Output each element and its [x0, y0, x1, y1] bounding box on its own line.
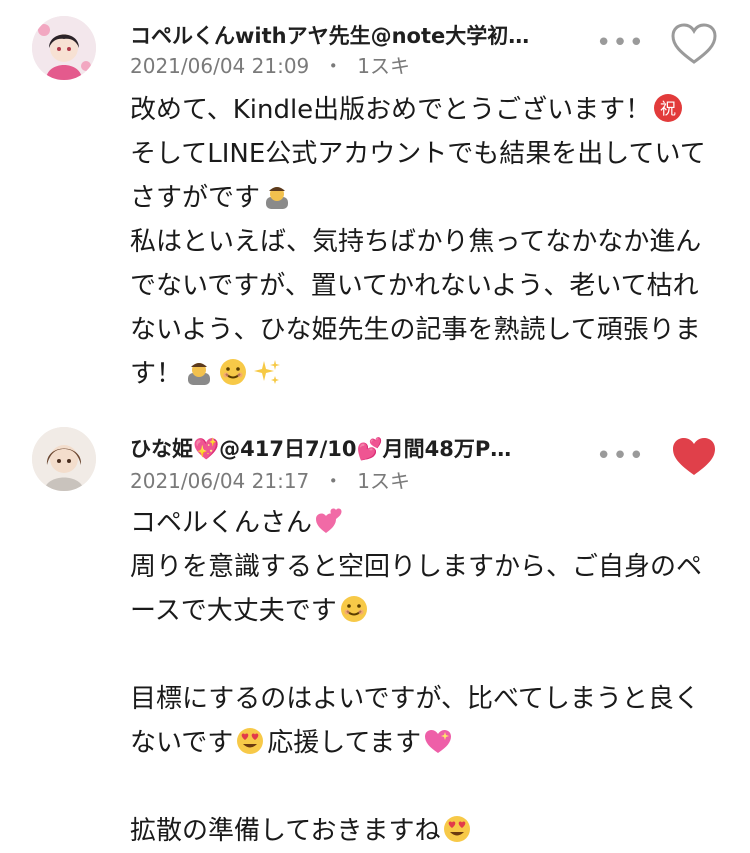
comment-line: さすがです [130, 183, 261, 213]
heart-eyes-emoji [444, 816, 471, 842]
svg-text:祝: 祝 [660, 99, 676, 118]
like-count[interactable]: 1スキ [357, 54, 410, 78]
meta-separator: ・ [323, 54, 344, 78]
congratulations-emoji: 祝 [654, 94, 683, 122]
avatar-image [32, 16, 96, 80]
more-icon[interactable]: ••• [596, 443, 645, 469]
author-name[interactable]: ひな姫💖@417日7/10💕月間48万P… [130, 433, 570, 463]
comment-line: す！ [130, 359, 183, 389]
comment-line: ないです [130, 728, 234, 758]
sparkles-emoji [254, 360, 281, 384]
comment-line: ないよう、ひな姫先生の記事を熟読して頑張りま [130, 315, 701, 345]
comment-line: 応援してます [267, 728, 422, 758]
comment-body: コペルくんさん 周りを意識すると空回りしますから、ご自身のペ ースで大丈夫です … [130, 501, 725, 853]
bowing-emoji [188, 363, 211, 385]
heart-icon[interactable] [670, 435, 718, 479]
avatar[interactable] [32, 16, 96, 80]
comment-line: そしてLINE公式アカウントでも結果を出していて [130, 139, 706, 169]
avatar[interactable] [32, 427, 96, 491]
comment-line: 拡散の準備しておきますね [130, 816, 441, 846]
heart-eyes-emoji [237, 728, 264, 754]
comment-item: ひな姫💖@417日7/10💕月間48万P… 2021/06/04 21:17 ・ 1… [0, 415, 750, 853]
more-icon[interactable]: ••• [596, 30, 645, 56]
comment-date: 2021/06/04 21:17 [130, 469, 310, 493]
meta-separator: ・ [323, 469, 344, 493]
smile-emoji [340, 596, 367, 622]
comment-body: 改めて、Kindle出版おめでとうございます！ 祝 そしてLINE公式アカウントで… [130, 88, 725, 396]
author-name[interactable]: コペルくんwithアヤ先生@note大学初… [130, 20, 570, 50]
comment-line: でないですが、置いてかれないよう、老いて枯れ [130, 271, 699, 301]
comment-date: 2021/06/04 21:09 [130, 54, 310, 78]
comment-meta: 2021/06/04 21:17 ・ 1スキ [130, 465, 410, 494]
avatar-image [32, 427, 96, 491]
comment-meta: 2021/06/04 21:09 ・ 1スキ [130, 50, 410, 79]
smile-emoji [220, 359, 247, 385]
heart-icon[interactable] [670, 22, 718, 66]
comment-line: 改めて、Kindle出版おめでとうございます！ [130, 95, 652, 125]
comment-line: 私はといえば、気持ちばかり焦ってなかなか進ん [130, 227, 702, 257]
comment-item: コペルくんwithアヤ先生@note大学初… 2021/06/04 21:09 ・… [0, 0, 750, 400]
like-count[interactable]: 1スキ [357, 469, 410, 493]
bowing-emoji [266, 187, 289, 209]
comment-line: ースで大丈夫です [130, 596, 337, 626]
comment-line: 周りを意識すると空回りしますから、ご自身のペ [130, 552, 703, 582]
comment-line: 目標にするのはよいですが、比べてしまうと良く [130, 684, 700, 714]
comment-line: コペルくんさん [130, 508, 313, 538]
two-hearts-emoji [316, 508, 342, 533]
sparkling-heart-emoji [425, 730, 452, 753]
